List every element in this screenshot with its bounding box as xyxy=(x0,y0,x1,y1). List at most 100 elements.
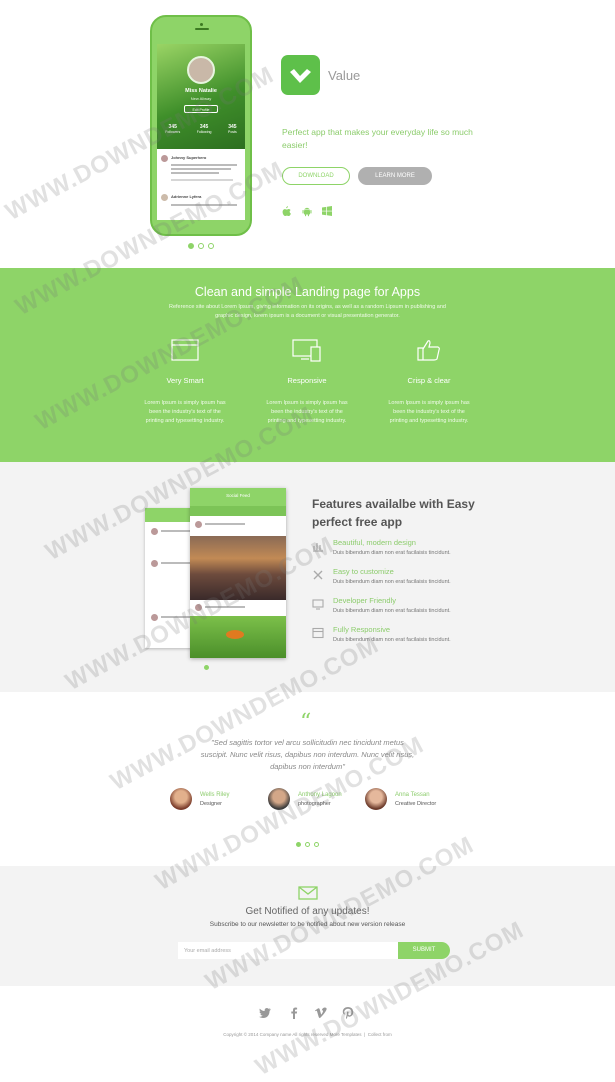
phone-stat: 345 Following xyxy=(197,124,212,134)
monitor-icon xyxy=(312,599,324,610)
quote-icon: “ xyxy=(300,710,312,735)
avatar xyxy=(268,788,290,810)
copyright-link[interactable]: Collect from xyxy=(368,1032,392,1037)
envelope-icon xyxy=(298,886,318,900)
layout-icon xyxy=(312,627,324,639)
newsletter-section: Get Notified of any updates! Subscribe t… xyxy=(0,866,615,986)
slider-dot[interactable] xyxy=(198,243,204,249)
post-author: Johnny Superhero xyxy=(171,155,207,160)
email-field[interactable] xyxy=(178,942,400,959)
feature-column: Very Smart Lorem Ipsum is simply ipsum h… xyxy=(135,338,235,426)
text-line xyxy=(205,523,245,525)
phone-speaker xyxy=(195,28,209,30)
bird xyxy=(226,630,244,639)
pinterest-icon[interactable] xyxy=(341,1006,355,1020)
newsletter-title: Get Notified of any updates! xyxy=(245,906,370,917)
facebook-icon[interactable] xyxy=(287,1006,301,1020)
copyright-main: Copyright © 2014 Company name All rights… xyxy=(223,1032,362,1037)
intro-section: Clean and simple Landing page for Apps R… xyxy=(0,268,615,462)
feature-item-title: Fully Responsive xyxy=(333,625,391,634)
column-title: Responsive xyxy=(287,376,327,385)
slider-dot[interactable] xyxy=(204,665,209,670)
download-button[interactable]: DOWNLOAD xyxy=(282,167,350,185)
feature-item-title: Beautiful, modern design xyxy=(333,538,416,547)
column-text: Lorem Ipsum is simply ipsum has been the… xyxy=(388,400,470,424)
stat-label: Following xyxy=(196,130,212,134)
feature-item-text: Duis bibendum diam non erat facilaisis t… xyxy=(333,579,451,585)
phone-profile-role: New Aliway xyxy=(190,96,212,101)
testimonial-person[interactable]: Anna Tessan Creative Director xyxy=(365,788,475,814)
feature-item-title: Easy to customize xyxy=(333,567,394,576)
features-title: Features availalbe with Easy perfect fre… xyxy=(312,497,475,529)
feature-column: Crisp & clear Lorem Ipsum is simply ipsu… xyxy=(379,338,479,426)
testimonial-person[interactable]: Wells Riley Designer xyxy=(170,788,280,814)
avatar xyxy=(151,614,158,621)
chart-icon xyxy=(313,543,323,552)
text-line xyxy=(171,204,237,206)
person-name: Anna Tessan xyxy=(395,792,430,798)
person-name: Wells Riley xyxy=(200,792,230,798)
windows-icon[interactable] xyxy=(321,205,333,217)
column-title: Very Smart xyxy=(166,376,204,385)
copyright-text: Copyright © 2014 Company name All rights… xyxy=(0,1032,615,1037)
hero-section: Miss Natalie New Aliway Edit Profile 345… xyxy=(0,0,615,268)
submit-button[interactable]: SUBMIT xyxy=(398,942,450,959)
app-screenshot-front: Social Feed xyxy=(190,488,286,658)
devices-icon xyxy=(292,339,321,362)
phone-screen: Miss Natalie New Aliway Edit Profile 345… xyxy=(157,44,245,220)
feature-column: Responsive Lorem Ipsum is simply ipsum h… xyxy=(257,338,357,426)
avatar xyxy=(151,560,158,567)
stat-label: Followers xyxy=(165,130,181,134)
intro-subtitle: Reference site about Lorem Ipsum, giving… xyxy=(169,304,446,319)
phone-edit-button: Edit Profile xyxy=(184,105,218,113)
mock-title: Social Feed xyxy=(226,493,250,498)
phone-stat: 345 Followers xyxy=(165,124,180,134)
mock-tabs xyxy=(190,506,286,516)
text-line xyxy=(171,168,231,170)
testimonial-dot[interactable] xyxy=(296,842,301,847)
browser-window-icon xyxy=(171,339,199,361)
text-line xyxy=(205,606,245,608)
post-author: Adrienne Lyfera xyxy=(171,194,202,199)
phone-stats: 345 Followers 345 Following 345 Posts xyxy=(157,124,245,134)
twitter-icon[interactable] xyxy=(258,1006,272,1020)
apple-icon[interactable] xyxy=(280,205,292,217)
testimonial-person[interactable]: Anthony Lagoon photographer xyxy=(268,788,378,814)
hero-tagline: Perfect app that makes your everyday lif… xyxy=(282,127,473,150)
mountain-photo xyxy=(190,536,286,600)
testimonial-quote: "Sed sagittis tortor vel arcu sollicitud… xyxy=(200,738,415,771)
text-line xyxy=(171,172,219,174)
phone-stat: 345 Posts xyxy=(228,124,237,134)
android-icon[interactable] xyxy=(301,205,313,217)
feature-item-title: Developer Friendly xyxy=(333,596,396,605)
avatar xyxy=(195,521,202,528)
thumbs-up-icon xyxy=(417,340,440,361)
avatar xyxy=(195,604,202,611)
avatar xyxy=(170,788,192,810)
feature-item-text: Duis bibendum diam non erat facilaisis t… xyxy=(333,637,451,643)
phone-profile-header: Miss Natalie New Aliway Edit Profile 345… xyxy=(157,44,245,149)
avatar xyxy=(161,155,168,162)
mock-header: Social Feed xyxy=(190,488,286,506)
column-text: Lorem Ipsum is simply ipsum has been the… xyxy=(144,400,226,424)
learn-more-button[interactable]: LEARN MORE xyxy=(358,167,432,185)
testimonial-dot[interactable] xyxy=(305,842,310,847)
tools-icon xyxy=(313,570,323,580)
testimonial-dot[interactable] xyxy=(314,842,319,847)
avatar xyxy=(161,194,168,201)
slider-dot[interactable] xyxy=(188,243,194,249)
post-actions xyxy=(171,179,233,181)
app-name: Value xyxy=(328,68,361,83)
person-name: Anthony Lagoon xyxy=(298,792,342,798)
feature-item-text: Duis bibendum diam non erat facilaisis t… xyxy=(333,550,451,556)
person-role: Creative Director xyxy=(395,801,437,807)
feature-item-text: Duis bibendum diam non erat facilaisis t… xyxy=(333,608,451,614)
avatar xyxy=(151,528,158,535)
vimeo-icon[interactable] xyxy=(314,1006,328,1020)
slider-dot[interactable] xyxy=(208,243,214,249)
person-role: photographer xyxy=(298,801,331,807)
app-logo-icon xyxy=(281,55,320,95)
person-role: Designer xyxy=(200,801,223,807)
phone-mockup: Miss Natalie New Aliway Edit Profile 345… xyxy=(150,15,252,236)
phone-camera xyxy=(200,23,203,26)
